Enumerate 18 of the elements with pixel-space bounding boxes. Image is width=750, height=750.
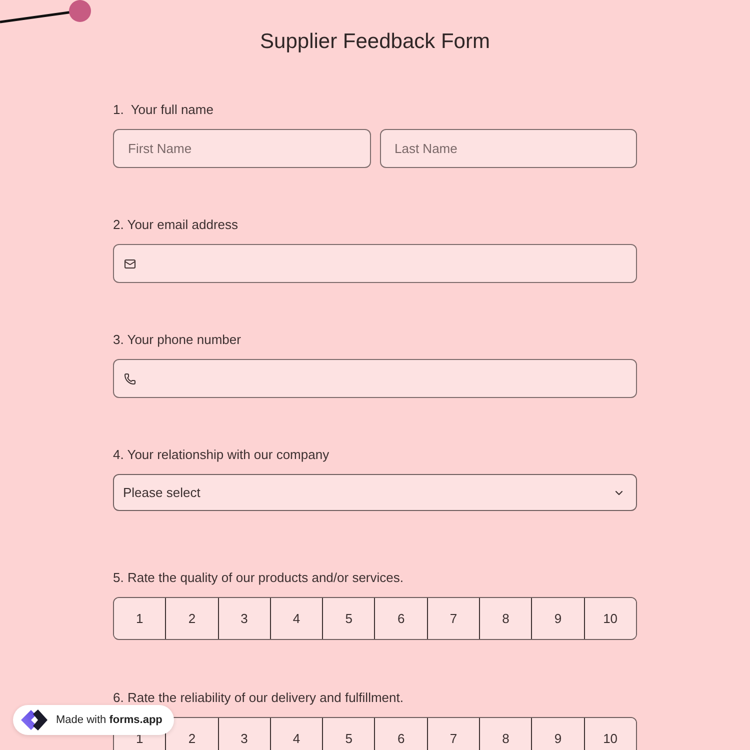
question-label: 5. Rate the quality of our products and/or services. (113, 569, 404, 587)
question-label: 3. Your phone number (113, 331, 241, 349)
logo-icon (20, 709, 48, 731)
made-with-toast[interactable]: Made with forms.app (13, 705, 174, 735)
phone-field[interactable] (113, 359, 637, 398)
question-label: 4. Your relationship with our company (113, 446, 330, 464)
name-input-field[interactable]: First Name (113, 129, 370, 168)
mail-icon (124, 258, 136, 270)
rating-option[interactable]: 10 (584, 598, 636, 639)
rating-option[interactable]: 10 (584, 718, 636, 750)
select-dropdown[interactable]: Please select (113, 474, 637, 511)
email-field[interactable] (113, 244, 637, 283)
phone-icon (124, 372, 136, 384)
question-label: 6. Rate the reliability of our delivery and fulfillment. (113, 689, 404, 707)
form-title: Supplier Feedback Form (260, 29, 490, 55)
question-label: 2. Your email address (113, 216, 238, 234)
name-input-field[interactable]: Last Name (380, 129, 637, 168)
question-label: 1. Your full name (113, 101, 214, 119)
